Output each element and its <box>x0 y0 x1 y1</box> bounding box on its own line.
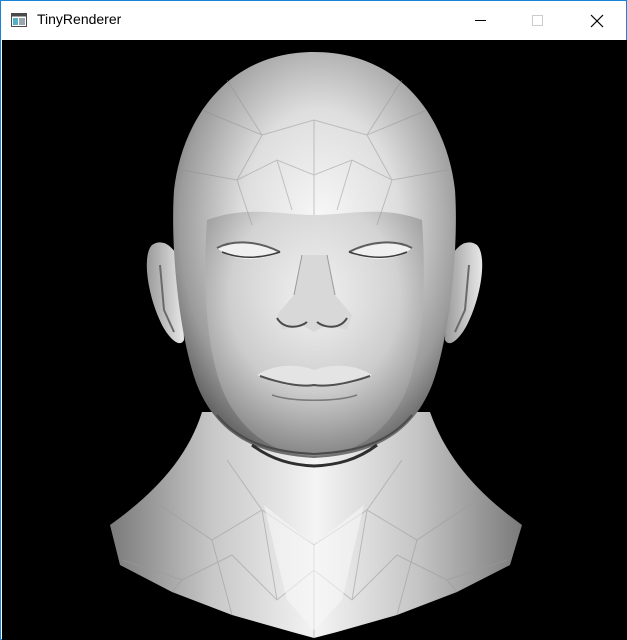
render-viewport[interactable] <box>2 40 627 640</box>
app-window: TinyRenderer <box>0 0 627 640</box>
maximize-icon <box>532 15 543 26</box>
title-bar[interactable]: TinyRenderer <box>1 1 626 39</box>
close-button[interactable] <box>568 1 626 39</box>
window-title: TinyRenderer <box>37 11 122 27</box>
maximize-button[interactable] <box>509 1 567 39</box>
minimize-icon <box>475 20 486 21</box>
rendered-head-image <box>110 52 522 638</box>
window-app-icon[interactable] <box>11 12 27 28</box>
close-icon <box>590 14 604 28</box>
minimize-button[interactable] <box>451 1 509 39</box>
